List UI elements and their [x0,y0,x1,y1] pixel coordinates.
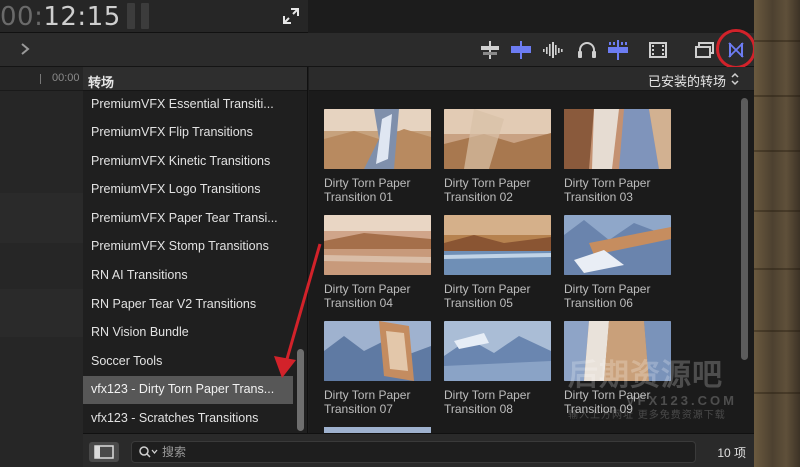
tile-label: Dirty Torn Paper Transition 04 [324,282,411,310]
fullscreen-icon[interactable] [280,5,302,27]
sidebar-item[interactable]: RN AI Transitions [83,262,293,290]
transition-thumbnail [564,109,671,169]
sidebar-item[interactable]: PremiumVFX Paper Tear Transi... [83,205,293,233]
transition-thumbnail [564,215,671,275]
transition-thumbnail [564,321,671,381]
ruler-timecode: 00:00 [52,72,80,84]
timeline-track [0,193,83,243]
tile-label: Dirty Torn Paper Transition 07 [324,388,411,416]
transition-thumbnail [324,109,431,169]
desktop-background [754,0,800,467]
headphones-icon[interactable] [575,40,599,60]
updown-chevron-icon[interactable] [730,72,740,86]
tile-label: Dirty Torn Paper Transition 03 [564,176,651,204]
solo-icon[interactable] [606,40,630,60]
timeline-toolbar [0,33,754,67]
transition-tile[interactable]: Dirty Torn Paper Transition 07 [324,321,431,416]
transition-thumbnail [444,215,551,275]
sidebar-item[interactable]: PremiumVFX Flip Transitions [83,119,293,147]
snapping-icon[interactable] [509,40,533,60]
search-input[interactable] [162,444,682,460]
transition-tile[interactable]: Dirty Torn Paper Transition 04 [324,215,431,310]
sidebar-item[interactable]: vfx123 - Scratches Transitions [83,405,293,433]
item-count: 10 项 [717,446,746,460]
sidebar-item[interactable]: PremiumVFX Stomp Transitions [83,233,293,261]
sidebar-title: 转场 [83,67,307,91]
search-icon[interactable] [138,445,158,459]
timecode-display: 00:12:15 [0,2,121,32]
sidebar-item[interactable]: PremiumVFX Logo Transitions [83,176,293,204]
transition-tile[interactable]: Dirty Torn Paper Transition 06 [564,215,671,310]
browser-scrollbar[interactable] [741,98,748,360]
transition-thumbnail [444,109,551,169]
tile-label: Dirty Torn Paper Transition 06 [564,282,651,310]
viewer-area [308,0,754,33]
search-field[interactable] [131,441,696,463]
browser-header: 已安装的转场 [309,67,754,91]
transition-tile[interactable]: Dirty Torn Paper Transition 05 [444,215,551,310]
sidebar-item[interactable]: Soccer Tools [83,348,293,376]
sidebar-item-selected[interactable]: vfx123 - Dirty Torn Paper Trans... [83,376,293,404]
clip-appearance-icon[interactable] [646,40,670,60]
timeline-track [0,289,83,337]
sidebar-item[interactable]: RN Paper Tear V2 Transitions [83,291,293,319]
timeline-ruler: 00:00 [0,67,83,91]
tile-label: Dirty Torn Paper Transition 01 [324,176,411,204]
tile-label: Dirty Torn Paper Transition 05 [444,282,531,310]
transition-tile[interactable]: Dirty Torn Paper Transition 01 [324,109,431,204]
skimming-icon[interactable] [478,40,502,60]
viewer-top-bar: 00:12:15 [0,0,308,33]
audio-skimming-icon[interactable] [541,40,565,60]
transition-tile[interactable]: Dirty Torn Paper Transition 08 [444,321,551,416]
transition-thumbnail [324,215,431,275]
chevron-right-icon[interactable] [18,41,32,57]
installed-transitions-popup[interactable]: 已安装的转场 [648,71,726,90]
transition-thumbnail [324,321,431,381]
sidebar-item[interactable]: RN Vision Bundle [83,319,293,347]
timecode-hours: 00: [0,2,44,32]
transition-tile[interactable]: Dirty Torn Paper Transition 09 [564,321,671,416]
pause-icon[interactable] [127,3,151,29]
annotation-arrow [274,243,322,378]
sidebar-toggle-button[interactable] [89,442,119,462]
transition-tile[interactable]: Dirty Torn Paper Transition 02 [444,109,551,204]
tile-label: Dirty Torn Paper Transition 09 [564,388,651,416]
timeline-fragment: 00:00 [0,67,83,467]
tile-label: Dirty Torn Paper Transition 08 [444,388,531,416]
transition-tile[interactable]: Dirty Torn Paper Transition 03 [564,109,671,204]
browser-bottom-bar: 10 项 [83,433,754,467]
browser-window-icon[interactable] [693,40,717,60]
transition-thumbnail [444,321,551,381]
annotation-circle [716,29,756,69]
tile-label: Dirty Torn Paper Transition 02 [444,176,531,204]
sidebar-item[interactable]: PremiumVFX Essential Transiti... [83,91,293,119]
sidebar-item[interactable]: PremiumVFX Kinetic Transitions [83,148,293,176]
timecode-minutes-seconds: 12:15 [43,2,121,32]
